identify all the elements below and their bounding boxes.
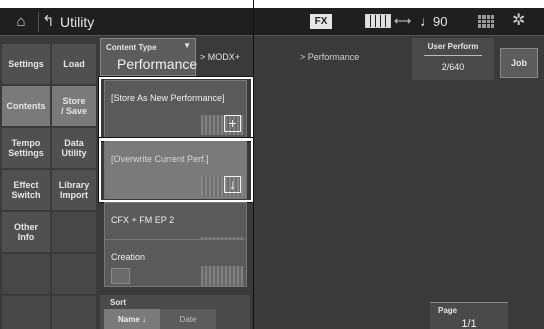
home-icon[interactable]: ⌂: [10, 13, 32, 31]
callout-line: [253, 160, 254, 329]
divider: [424, 55, 482, 56]
category-thumbnail: [111, 268, 130, 284]
tab-contents[interactable]: Contents: [2, 86, 50, 126]
content-type-value: Performance: [117, 56, 198, 72]
highlight-frame: [98, 76, 254, 142]
page-indicator[interactable]: Page 1/1: [430, 302, 508, 329]
display: ⌂ ↰ Utility FX ⟷ ♩ 90 ✲ Settings Content…: [0, 8, 544, 329]
page-value: 1/1: [461, 318, 477, 329]
user-perform-counter: User Perform 2/640: [412, 38, 494, 80]
bank-breadcrumb[interactable]: > MODX+: [200, 52, 240, 62]
divider: [38, 12, 39, 32]
chevron-down-icon: ▼: [183, 41, 191, 50]
fx-badge[interactable]: FX: [310, 14, 332, 29]
tab-effect-switch[interactable]: Effect Switch: [2, 170, 50, 210]
screen: ⌂ ↰ Utility FX ⟷ ♩ 90 ✲ Settings Content…: [0, 0, 544, 329]
page-label: Page: [438, 306, 458, 315]
tab-other-info[interactable]: Other Info: [2, 212, 50, 252]
sort-date-button[interactable]: Date: [160, 309, 216, 329]
tab-library-import[interactable]: Library Import: [52, 170, 96, 210]
tab-empty: [52, 296, 96, 329]
sort-label: Sort: [110, 298, 126, 307]
tab-empty: [52, 212, 96, 252]
callout-line: [253, 0, 254, 110]
tab-data-utility[interactable]: Data Utility: [52, 128, 96, 168]
sort-control: Sort Name ↓ Date: [100, 295, 250, 329]
slot-label: Creation: [111, 252, 146, 262]
slot-label: CFX + FM EP 2: [111, 215, 175, 225]
content-type-selector[interactable]: Content Type ▼ Performance: [100, 38, 198, 76]
tab-empty: [2, 254, 50, 294]
slot-performance[interactable]: Creation: [104, 239, 247, 287]
quarter-note-icon: ♩: [420, 13, 434, 29]
keyboard-icon: [365, 14, 391, 28]
page-title: Utility: [60, 14, 95, 30]
performance-thumbnail: [201, 266, 243, 286]
performance-breadcrumb[interactable]: > Performance: [300, 52, 359, 62]
back-icon[interactable]: ↰: [42, 12, 62, 32]
user-perform-label: User Perform: [427, 42, 479, 51]
tempo-value[interactable]: 90: [433, 14, 447, 30]
tab-load[interactable]: Load: [52, 44, 96, 84]
user-perform-value: 2/640: [441, 62, 465, 72]
highlight-frame: [98, 137, 254, 203]
top-bar: ⌂ ↰ Utility FX ⟷ ♩ 90 ✲: [0, 8, 544, 36]
tab-empty: [2, 296, 50, 329]
sort-name-button[interactable]: Name ↓: [104, 309, 160, 329]
usb-icon: ⟷: [394, 14, 412, 28]
tab-empty: [52, 254, 96, 294]
content-type-label: Content Type: [106, 43, 157, 52]
tab-store-save[interactable]: Store / Save: [52, 86, 96, 126]
gear-icon[interactable]: ✲: [512, 11, 525, 31]
tab-settings[interactable]: Settings: [2, 44, 50, 84]
quick-access-grid-icon[interactable]: [478, 15, 494, 28]
tab-tempo-settings[interactable]: Tempo Settings: [2, 128, 50, 168]
job-button[interactable]: Job: [500, 48, 538, 78]
